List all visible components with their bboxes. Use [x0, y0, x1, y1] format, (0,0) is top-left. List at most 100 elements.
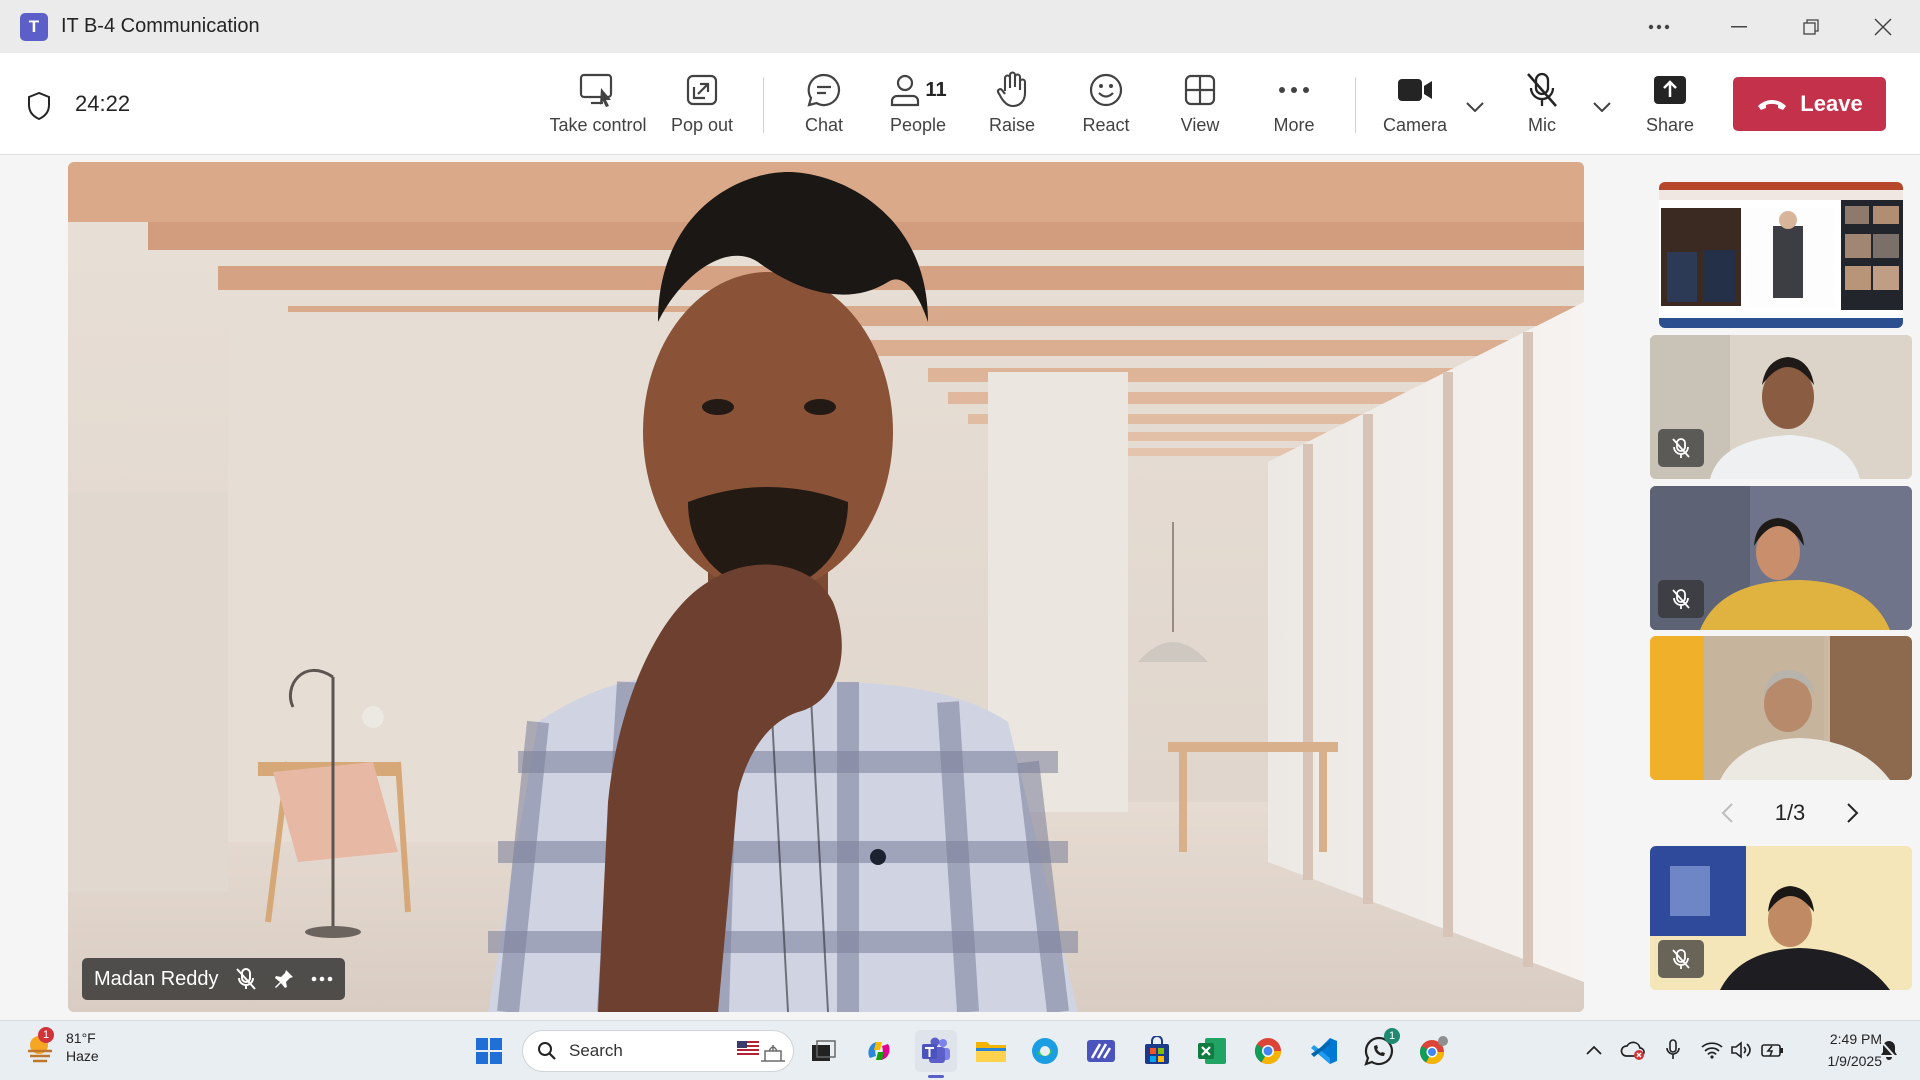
teams-logo-icon: T — [20, 12, 48, 41]
chrome-profile-icon — [1419, 1036, 1448, 1065]
volume-icon[interactable] — [1730, 1037, 1754, 1063]
more-label: More — [1273, 115, 1315, 135]
speaker-video-feed — [68, 162, 1584, 1012]
phone-hangup-icon — [1758, 100, 1787, 110]
copilot-button[interactable] — [858, 1030, 900, 1072]
pop-out-label: Pop out — [670, 115, 734, 135]
weather-widget[interactable]: 1 81°F Haze — [24, 1027, 99, 1065]
shield-icon — [26, 91, 52, 126]
weather-text: 81°F Haze — [66, 1029, 99, 1065]
edge-button[interactable] — [1024, 1030, 1066, 1072]
excel-icon — [1198, 1038, 1226, 1064]
camera-icon — [1396, 69, 1434, 111]
shared-screen-thumbnail[interactable] — [1659, 182, 1903, 328]
weather-temp: 81°F — [66, 1030, 96, 1046]
store-button[interactable] — [1136, 1030, 1178, 1072]
search-placeholder: Search — [569, 1041, 623, 1060]
view-label: View — [1180, 115, 1220, 135]
teams-icon — [922, 1037, 950, 1063]
raise-label: Raise — [988, 115, 1036, 135]
chat-icon — [806, 69, 842, 111]
chat-label: Chat — [804, 115, 844, 135]
whatsapp-button[interactable]: 1 — [1358, 1028, 1400, 1072]
share-button[interactable]: Share — [1615, 69, 1725, 145]
search-icon — [538, 1042, 556, 1060]
mic-options-chevron-icon[interactable] — [1588, 93, 1616, 121]
clock-time: 2:49 PM — [1829, 1031, 1882, 1047]
excel-button[interactable] — [1191, 1030, 1233, 1072]
weather-haze-icon: 1 — [24, 1027, 56, 1063]
camera-options-chevron-icon[interactable] — [1461, 93, 1489, 121]
notifications-bell-icon[interactable] — [1876, 1037, 1902, 1063]
search-highlight-icon — [737, 1041, 785, 1062]
copilot-icon — [868, 1042, 890, 1060]
participant-tile-4[interactable] — [1650, 846, 1912, 990]
gallery-pager: 1/3 — [1720, 798, 1860, 828]
leave-button[interactable]: Leave — [1733, 77, 1886, 131]
title-bar: T IT B-4 Communication — [0, 0, 1920, 53]
take-control-icon — [579, 69, 617, 111]
weather-badge: 1 — [38, 1027, 54, 1043]
wifi-icon[interactable] — [1700, 1037, 1724, 1063]
mic-label: Mic — [1528, 115, 1556, 135]
mic-button[interactable]: Mic — [1487, 69, 1597, 145]
clock-date: 1/9/2025 — [1827, 1053, 1883, 1069]
chrome-button[interactable] — [1247, 1030, 1289, 1072]
speaker-mic-off-icon — [235, 968, 256, 990]
edge-icon — [1032, 1038, 1058, 1064]
task-view-button[interactable] — [803, 1030, 845, 1072]
start-button[interactable] — [468, 1030, 510, 1072]
toolbar-divider — [763, 77, 764, 133]
close-button[interactable] — [1852, 0, 1914, 53]
more-options-icon[interactable] — [1628, 0, 1690, 53]
speaker-name: Madan Reddy — [94, 967, 219, 990]
previous-page-icon[interactable] — [1720, 802, 1734, 824]
participant-tile-2[interactable] — [1650, 486, 1912, 630]
vscode-button[interactable] — [1302, 1030, 1344, 1072]
gallery-page-indicator: 1/3 — [1774, 800, 1806, 825]
pop-out-button[interactable]: Pop out — [647, 69, 757, 145]
show-hidden-icons-chevron[interactable] — [1583, 1037, 1605, 1063]
leave-label: Leave — [1800, 91, 1863, 116]
teams-taskbar-button[interactable] — [915, 1030, 957, 1078]
windows-logo-icon — [476, 1038, 502, 1064]
mic-off-icon — [1524, 69, 1560, 111]
take-control-label: Take control — [549, 115, 647, 135]
participant-tile-1[interactable] — [1650, 335, 1912, 479]
system-clock[interactable]: 2:49 PM 1/9/2025 — [1800, 1028, 1883, 1072]
onedrive-error-icon[interactable] — [1620, 1037, 1646, 1063]
participant-1-mic-off-icon — [1658, 429, 1704, 467]
more-button[interactable]: More — [1239, 69, 1349, 145]
react-smiley-icon — [1088, 69, 1124, 111]
chrome-profile-button[interactable] — [1413, 1030, 1455, 1072]
speaker-more-icon[interactable] — [311, 976, 333, 982]
whiteboard-app-button[interactable] — [1080, 1030, 1122, 1072]
view-grid-icon — [1183, 69, 1217, 111]
pen-app-icon — [1087, 1040, 1115, 1062]
folder-icon — [976, 1042, 1006, 1062]
windows-taskbar: 1 81°F Haze Search 1 2:49 PM 1/9/2025 — [0, 1020, 1920, 1080]
share-icon — [1653, 69, 1687, 111]
pin-icon[interactable] — [273, 968, 295, 990]
weather-desc: Haze — [66, 1048, 99, 1064]
camera-button[interactable]: Camera — [1360, 69, 1470, 145]
file-explorer-button[interactable] — [970, 1030, 1012, 1072]
main-video-stage[interactable] — [68, 162, 1584, 1012]
next-page-icon[interactable] — [1846, 802, 1860, 824]
teams-active-indicator — [928, 1075, 944, 1078]
meeting-toolbar: 24:22 Take control Pop out Chat 11 Peopl… — [0, 53, 1920, 155]
people-label: People — [889, 115, 947, 135]
restore-button[interactable] — [1780, 0, 1842, 53]
task-view-icon — [812, 1040, 836, 1061]
take-control-button[interactable]: Take control — [543, 69, 653, 145]
participant-tile-3[interactable] — [1650, 636, 1912, 780]
microphone-tray-icon[interactable] — [1662, 1037, 1684, 1063]
minimize-button[interactable] — [1708, 0, 1770, 53]
participant-video-3 — [1650, 636, 1912, 780]
taskbar-search-box[interactable]: Search — [522, 1030, 794, 1072]
window-title: IT B-4 Communication — [61, 15, 260, 37]
battery-charging-icon[interactable] — [1760, 1037, 1786, 1063]
pop-out-icon — [685, 69, 719, 111]
vscode-icon — [1311, 1038, 1337, 1064]
share-label: Share — [1645, 115, 1695, 135]
